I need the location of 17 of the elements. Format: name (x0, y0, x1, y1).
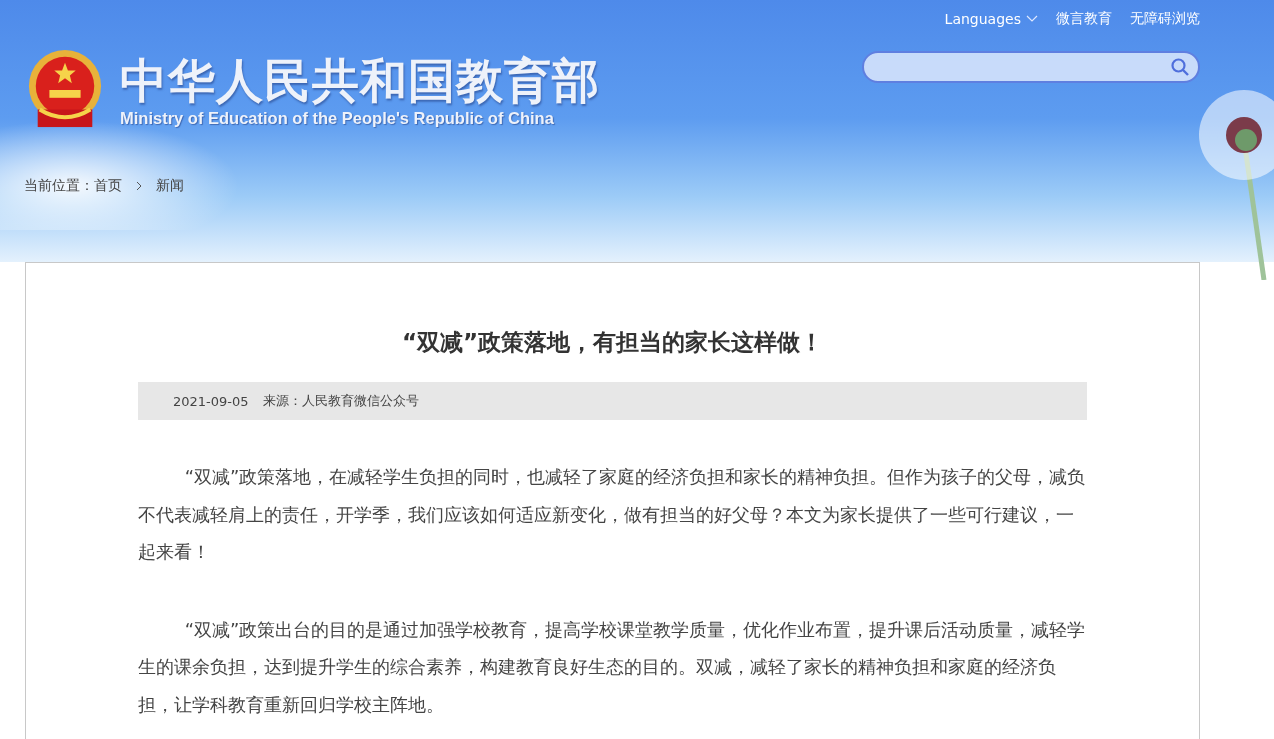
top-link[interactable]: 微言教育 (1056, 7, 1112, 31)
article-source: 来源：人民教育微信公众号 (262, 392, 419, 410)
search-icon[interactable] (1170, 57, 1190, 77)
site-subtitle: Ministry of Education of the People's Republic of China (120, 108, 555, 128)
article-paragraph: “双减”政策出台的目的是通过加强学校教育，提高学校课堂教学质量，优化作业布置，提升课后活动质量，减轻学生的课余负担，达到提升学生的综合素养，构建教育良好生态的目的。双减，减轻了家长的精神负担和家庭的经济负担，让学科教育重新回归学校主阵地。 (138, 617, 1087, 717)
publish-date: 2021-09-05 (173, 393, 249, 409)
top-link[interactable]: 无障碍浏览 (1130, 7, 1200, 31)
search-field[interactable] (862, 51, 1200, 83)
chevron-icon (136, 181, 142, 191)
languages-dropdown[interactable]: Languages (944, 7, 1038, 31)
breadcrumb-link[interactable]: 首页 (94, 177, 122, 195)
article-paragraph: “双减”政策落地，在减轻学生负担的同时，也减轻了家庭的经济负担和家长的精神负担。但作为孩子的父母，减负不代表减轻肩上的责任，开学季，我们应该如何适应新变化，做有担当的好父母？本文为家长提供了一些可行建议，一起来看！ (138, 465, 1087, 564)
site-title: 中华人民共和国教育部 (120, 52, 600, 109)
breadcrumb-link[interactable]: 新闻 (156, 177, 184, 195)
article-title: “双减”政策落地，有担当的家长这样做！ (400, 328, 825, 357)
caret-icon (1026, 15, 1038, 23)
breadcrumb-label: 当前位置： (24, 177, 94, 195)
